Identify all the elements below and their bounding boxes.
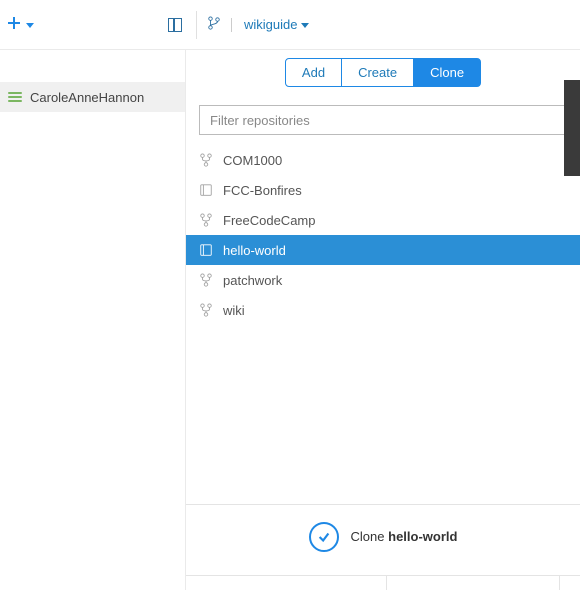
background-strip	[564, 80, 580, 176]
plus-icon	[6, 15, 22, 34]
divider	[186, 575, 580, 576]
repo-list: COM1000 FCC-Bonfires FreeCodeCamp hello-…	[186, 145, 580, 325]
divider	[231, 18, 232, 32]
tab-create[interactable]: Create	[342, 58, 413, 87]
divider	[386, 576, 387, 590]
list-icon	[8, 92, 22, 102]
list-item[interactable]: FCC-Bonfires	[186, 175, 580, 205]
list-item[interactable]: patchwork	[186, 265, 580, 295]
fork-icon	[199, 303, 213, 317]
branch-icon[interactable]	[207, 16, 221, 33]
fork-icon	[199, 153, 213, 167]
list-item[interactable]: wiki	[186, 295, 580, 325]
add-menu-button[interactable]	[0, 15, 34, 34]
sidebar-username: CaroleAnneHannon	[30, 90, 144, 105]
fork-icon	[199, 273, 213, 287]
list-item[interactable]: FreeCodeCamp	[186, 205, 580, 235]
chevron-down-icon	[26, 17, 34, 32]
clone-summary: Clone hello-world	[351, 529, 458, 544]
current-repo-label: wikiguide	[244, 17, 297, 32]
repo-name: patchwork	[223, 273, 282, 288]
filter-input[interactable]	[199, 105, 567, 135]
book-icon	[199, 183, 213, 197]
repo-name: hello-world	[223, 243, 286, 258]
main: CaroleAnneHannon Add Create Clone COM100…	[0, 50, 580, 590]
divider	[559, 576, 560, 590]
repo-name: wiki	[223, 303, 245, 318]
sidebar-user-row[interactable]: CaroleAnneHannon	[0, 82, 185, 112]
clone-footer: Clone hello-world	[186, 504, 580, 568]
book-icon	[199, 243, 213, 257]
list-item[interactable]: hello-world	[186, 235, 580, 265]
fork-icon	[199, 213, 213, 227]
topbar-center: wikiguide	[168, 0, 309, 49]
panel-toggle-icon[interactable]	[168, 18, 182, 32]
tab-add[interactable]: Add	[285, 58, 342, 87]
repo-name: FCC-Bonfires	[223, 183, 302, 198]
tab-clone[interactable]: Clone	[413, 58, 481, 87]
confirm-clone-button[interactable]	[309, 522, 339, 552]
clone-panel: Add Create Clone COM1000 FCC-Bonfires	[186, 50, 580, 590]
clone-action-word: Clone	[351, 529, 385, 544]
current-repo-dropdown[interactable]: wikiguide	[244, 17, 309, 32]
sidebar: CaroleAnneHannon	[0, 50, 186, 590]
repo-name: COM1000	[223, 153, 282, 168]
divider	[196, 11, 197, 39]
list-item[interactable]: COM1000	[186, 145, 580, 175]
repo-name: FreeCodeCamp	[223, 213, 316, 228]
action-tabs: Add Create Clone	[186, 58, 580, 87]
filter-wrap	[199, 105, 567, 135]
topbar: wikiguide	[0, 0, 580, 50]
clone-target-repo: hello-world	[388, 529, 457, 544]
